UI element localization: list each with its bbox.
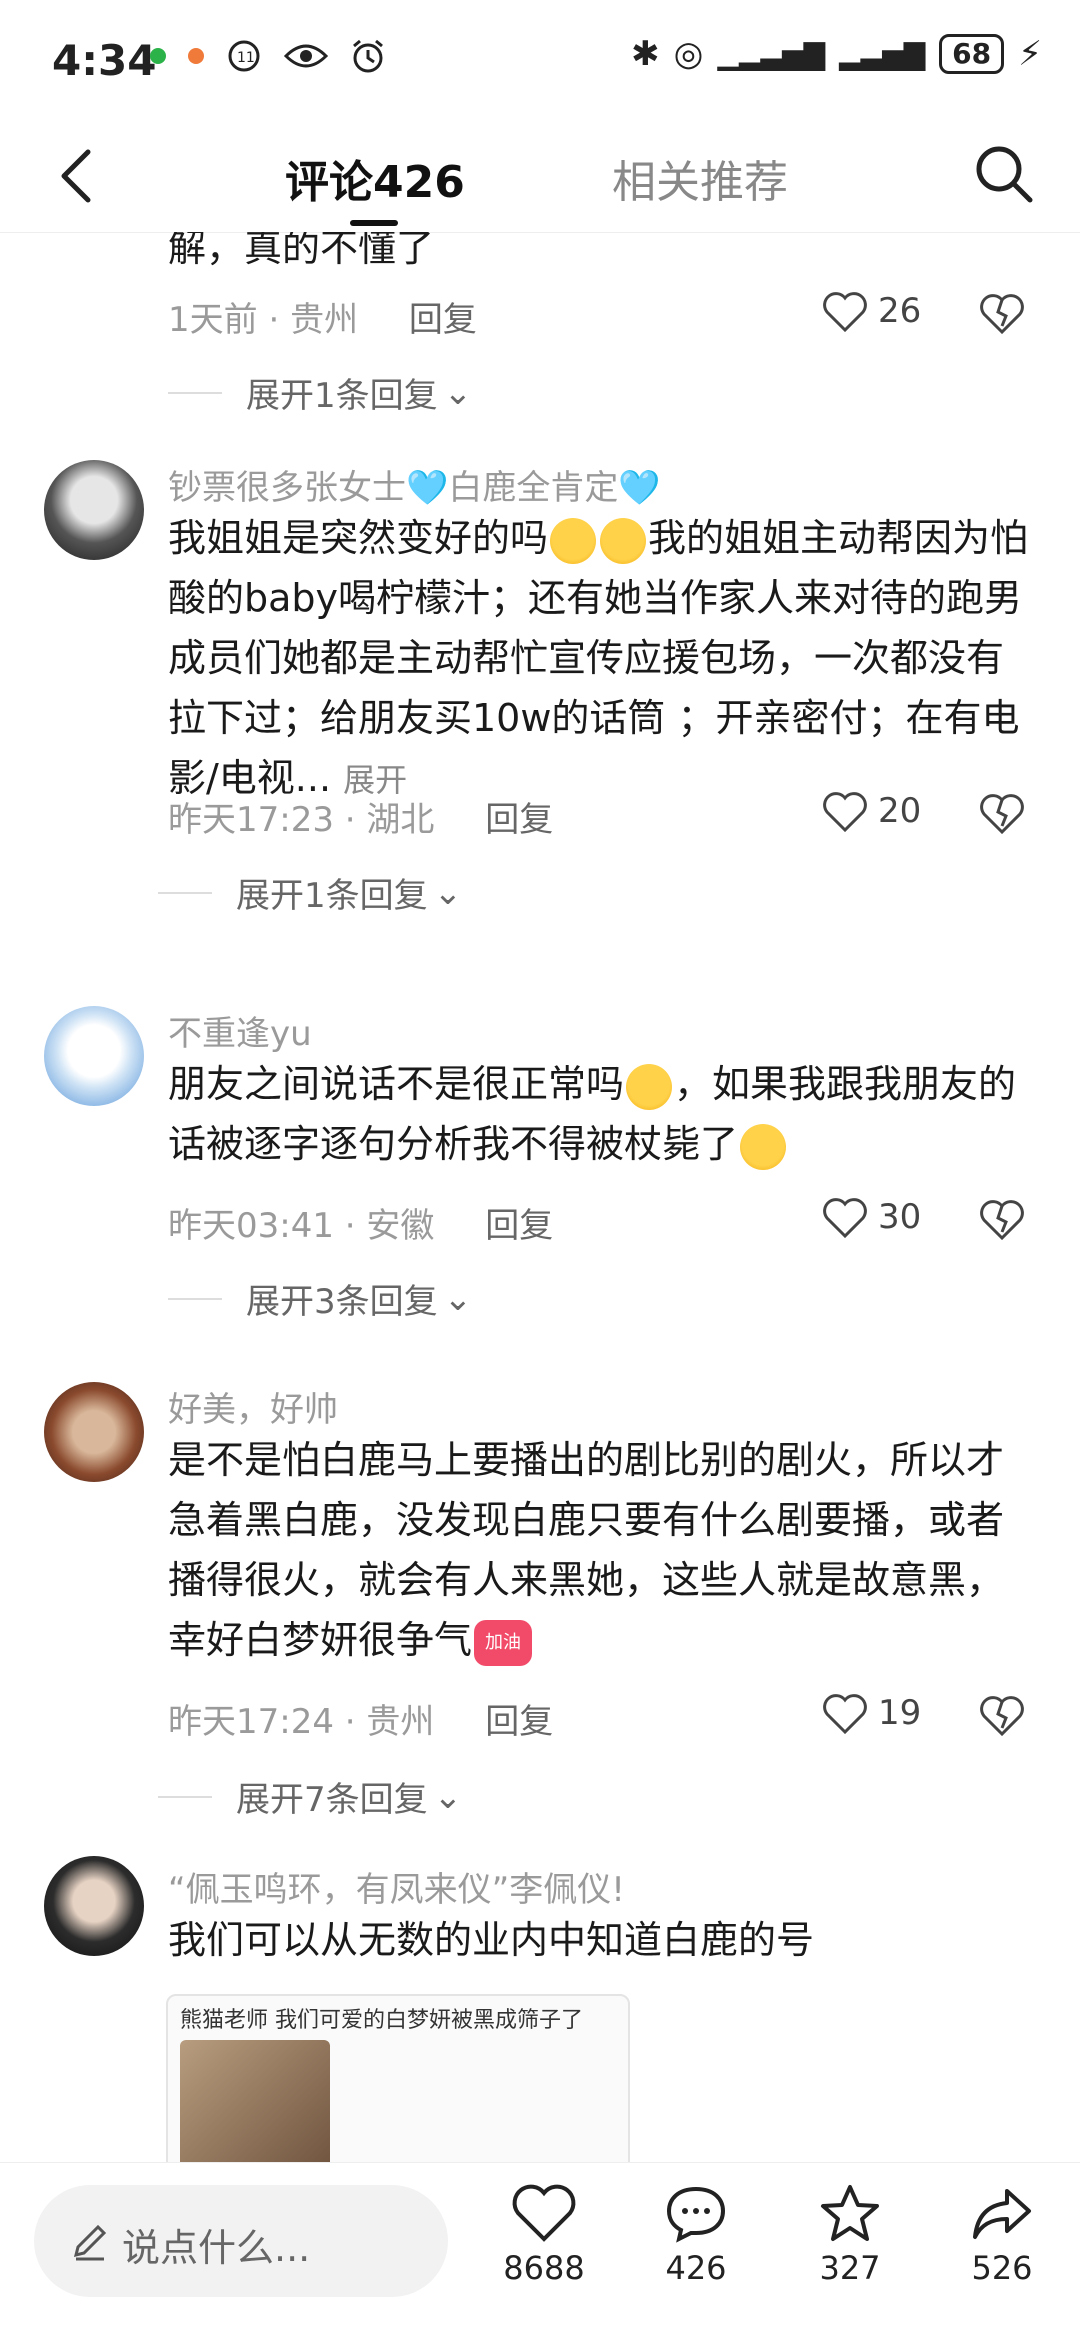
eye-icon (284, 44, 328, 68)
expand-replies[interactable]: 展开1条回复 ⌄ (168, 368, 472, 417)
svg-text:11: 11 (237, 50, 255, 66)
reply-button[interactable]: 回复 (409, 300, 477, 340)
comment-username[interactable]: 好美，好帅 (168, 1382, 338, 1431)
dislike-icon[interactable] (978, 790, 1026, 834)
heart-icon (823, 792, 867, 832)
like-button[interactable]: 20 (822, 790, 921, 832)
wechat-icon (150, 48, 166, 64)
chevron-down-icon: ⌄ (443, 1278, 473, 1319)
timer-icon: 11 (228, 40, 260, 72)
like-count: 30 (878, 1197, 922, 1237)
charging-icon: ⚡ (1018, 34, 1042, 74)
search-icon[interactable] (972, 142, 1036, 206)
dislike-icon[interactable] (978, 290, 1026, 334)
comment-button[interactable]: 426 (636, 2183, 756, 2287)
alarm-icon (353, 39, 383, 73)
comment-input-placeholder: 说点什么... (122, 2226, 311, 2270)
like-button[interactable]: 30 (822, 1196, 921, 1238)
crying-emoji-icon (600, 517, 647, 564)
expand-replies[interactable]: 展开7条回复 ⌄ (158, 1772, 462, 1821)
active-tab-indicator (350, 220, 398, 226)
crying-emoji-icon (550, 517, 597, 564)
dislike-icon[interactable] (978, 1692, 1026, 1736)
signal-2-icon: ▂▃▅▇ (839, 37, 926, 71)
like-count: 19 (878, 1693, 922, 1733)
comment-text: 我姐姐是突然变好的吗 我的姐姐主动帮因为怕酸的baby喝柠檬汁；还有她当作家人来对… (168, 516, 1029, 800)
status-bar: 4:34 11 ✱ ◎ ▁▂▃▅▇ ▂▃▅▇ 68 ⚡ (0, 0, 1080, 120)
like-button[interactable]: 26 (822, 290, 921, 332)
surprised-emoji-icon (626, 1063, 673, 1110)
quoted-post-card[interactable]: 熊猫老师 我们可爱的白梦妍被黑成筛子了 (166, 1994, 630, 2162)
quoted-post-image (180, 2040, 330, 2162)
avatar[interactable] (44, 460, 144, 560)
avatar[interactable] (44, 1382, 144, 1482)
comment-meta: 昨天17:23 · 湖北 回复 (168, 800, 554, 840)
like-count: 20 (878, 791, 922, 831)
expand-replies[interactable]: 展开1条回复 ⌄ (158, 868, 462, 917)
chevron-down-icon: ⌄ (443, 372, 473, 413)
like-button[interactable]: 19 (822, 1692, 921, 1734)
like-post-button[interactable]: 8688 (484, 2183, 604, 2287)
tab-related[interactable]: 相关推荐 (612, 146, 788, 210)
shy-emoji-icon (740, 1123, 787, 1170)
quoted-post-title: 熊猫老师 我们可爱的白梦妍被黑成筛子了 (180, 2008, 583, 2033)
share-button[interactable]: 526 (942, 2183, 1062, 2287)
share-arrow-icon (973, 2189, 1031, 2239)
chevron-down-icon: ⌄ (433, 872, 463, 913)
back-arrow-icon[interactable] (52, 146, 108, 206)
heart-icon (823, 1198, 867, 1238)
bluetooth-icon: ✱ (631, 34, 660, 74)
heart-icon (512, 2184, 576, 2242)
reply-button[interactable]: 回复 (485, 1206, 553, 1246)
comment-text: 解，真的不懂了 (168, 232, 435, 270)
avatar[interactable] (44, 1856, 144, 1956)
cheer-emoji-icon: 加油 (474, 1619, 533, 1666)
reply-button[interactable]: 回复 (485, 800, 553, 840)
post-share-count: 526 (971, 2249, 1033, 2287)
comment-meta: 昨天03:41 · 安徽 回复 (168, 1206, 554, 1246)
expand-replies[interactable]: 展开3条回复 ⌄ (168, 1274, 472, 1323)
post-favorite-count: 327 (819, 2249, 881, 2287)
comments-header: 评论426 相关推荐 (0, 120, 1080, 233)
reply-button[interactable]: 回复 (485, 1702, 553, 1742)
status-time: 4:34 (52, 36, 157, 85)
post-like-count: 8688 (503, 2249, 585, 2287)
comment-meta: 1天前 · 贵州 回复 (168, 300, 477, 340)
signal-1-icon: ▁▂▃▅▇ (717, 37, 826, 71)
avatar[interactable] (44, 1006, 144, 1106)
pencil-icon (73, 2224, 107, 2261)
comment-username[interactable]: 钞票很多张女士🩵白鹿全肯定🩵 (168, 460, 661, 509)
battery-indicator: 68 (939, 34, 1005, 74)
comment-input[interactable]: 说点什么... (34, 2185, 448, 2297)
hotspot-icon: ◎ (673, 34, 704, 74)
comment-text: 朋友之间说话不是很正常吗 ，如果我跟我朋友的话被逐字逐句分析我不得被杖毙了 (168, 1054, 1038, 1174)
like-count: 26 (878, 291, 922, 331)
heart-icon (823, 1694, 867, 1734)
star-icon (821, 2185, 879, 2241)
comment-list[interactable]: 解，真的不懂了 1天前 · 贵州 回复 26 展开1条回复 ⌄ 钞票很多张女士🩵… (0, 232, 1080, 2162)
bottom-action-bar: 说点什么... 8688 426 327 526 (0, 2162, 1080, 2332)
comment-text: 我们可以从无数的业内中知道白鹿的号 (168, 1918, 815, 1962)
post-comment-count: 426 (665, 2249, 727, 2287)
heart-icon (823, 292, 867, 332)
comment-username[interactable]: 不重逢yu (168, 1006, 312, 1055)
comment-meta: 昨天17:24 · 贵州 回复 (168, 1702, 554, 1742)
comment-username[interactable]: “佩玉鸣环，有凤来仪”李佩仪! (168, 1862, 625, 1911)
favorite-button[interactable]: 327 (790, 2183, 910, 2287)
chevron-down-icon: ⌄ (433, 1776, 463, 1817)
comment-bubble-icon (666, 2186, 726, 2243)
comment-text: 是不是怕白鹿马上要播出的剧比别的剧火，所以才急着黑白鹿，没发现白鹿只要有什么剧要… (168, 1430, 1038, 1670)
tab-comments[interactable]: 评论426 (285, 146, 465, 210)
notification-icon (188, 48, 204, 64)
dislike-icon[interactable] (978, 1196, 1026, 1240)
